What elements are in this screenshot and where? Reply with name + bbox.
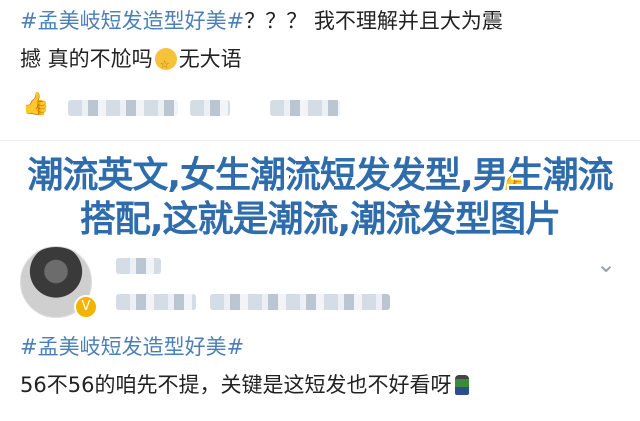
post1-text-2b: 无大语 bbox=[178, 47, 242, 71]
blurred-username bbox=[116, 258, 161, 274]
post1-text-1: ？？？ 我不理解并且大为震 bbox=[244, 9, 503, 33]
verified-badge: V bbox=[74, 295, 98, 319]
kneeling-person-icon bbox=[455, 375, 470, 395]
blurred-source bbox=[210, 294, 390, 310]
post2-line2: 56不56的咱先不提，关键是这短发也不好看呀 bbox=[20, 370, 470, 400]
post1-text-2a: 撼 真的不尬吗 bbox=[20, 47, 153, 71]
post1-line2: 撼 真的不尬吗 无大语 bbox=[20, 44, 242, 80]
post2-line1: #孟美岐短发造型好美# bbox=[20, 332, 244, 362]
post2-hashtag[interactable]: #孟美岐短发造型好美# bbox=[20, 335, 244, 359]
overlay-title: 潮流英文,女生潮流短发发型,男生潮流搭配,这就是潮流,潮流发型图片 bbox=[27, 155, 613, 240]
divider bbox=[0, 140, 640, 141]
blurred-time bbox=[116, 294, 196, 310]
chevron-down-icon[interactable]: ⌄ bbox=[596, 250, 616, 278]
blurred-meta bbox=[68, 100, 178, 116]
blurred-meta-2 bbox=[190, 100, 230, 116]
smirk-star-emoji-icon bbox=[154, 48, 177, 80]
thumbs-up-icon[interactable]: 👍 bbox=[22, 92, 49, 117]
post1-hashtag[interactable]: #孟美岐短发造型好美# bbox=[20, 9, 244, 33]
blurred-meta-3 bbox=[270, 100, 340, 116]
post1-line1: #孟美岐短发造型好美#？？？ 我不理解并且大为震 bbox=[20, 6, 503, 36]
post2-text: 56不56的咱先不提，关键是这短发也不好看呀 bbox=[20, 373, 452, 397]
